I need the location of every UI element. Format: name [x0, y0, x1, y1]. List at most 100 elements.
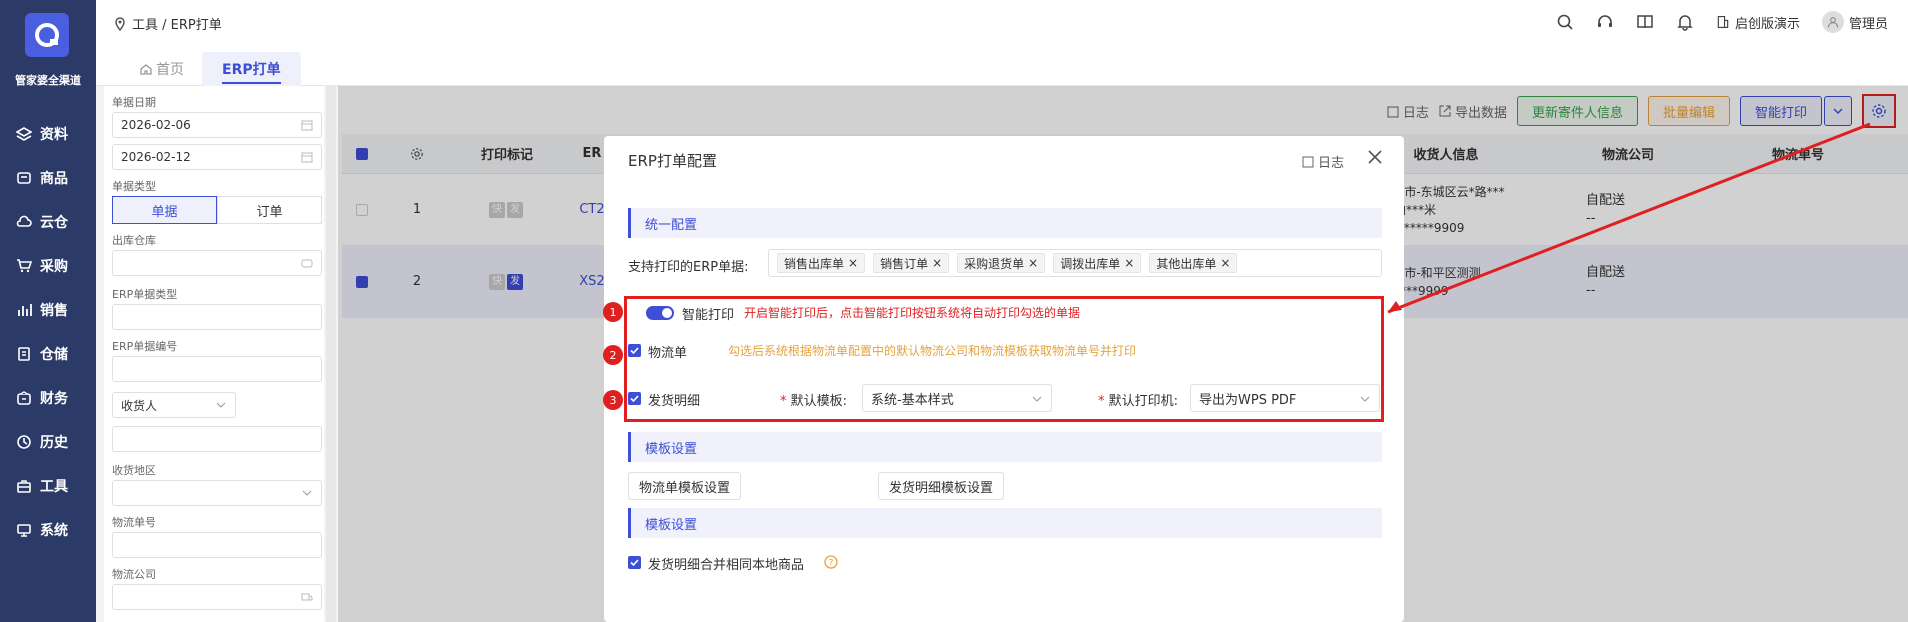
close-icon[interactable]: ×	[1220, 256, 1230, 270]
close-icon[interactable]: ×	[1124, 256, 1134, 270]
location-pin-icon	[115, 16, 125, 31]
erp-type-input[interactable]	[112, 304, 322, 330]
chip: 调拨出库单 ×	[1053, 253, 1142, 273]
highlight-box	[624, 296, 1384, 422]
nav-item-purchase[interactable]: 采购	[0, 244, 96, 288]
date-to-input[interactable]: 2026-02-12	[112, 144, 322, 170]
nav-item-data[interactable]: 资料	[0, 112, 96, 156]
topbar-actions: 启创版演示 管理员	[1556, 11, 1888, 33]
car-icon	[301, 593, 313, 601]
detail-checkbox[interactable]	[628, 392, 641, 405]
avatar	[1821, 11, 1844, 33]
chip: 销售订单 ×	[873, 253, 950, 273]
check-icon	[630, 347, 639, 355]
logistics-no-input[interactable]	[112, 532, 322, 558]
type-label: 单据类型	[112, 180, 156, 193]
chevron-down-icon	[216, 402, 226, 408]
type-option-doc[interactable]: 单据	[112, 196, 217, 224]
type-option-order[interactable]: 订单	[217, 196, 322, 224]
sidebar-nav: 资料 商品 云仓 采购 销售 仓储 财务 历史 工具 系统	[0, 112, 96, 552]
date-label: 单据日期	[112, 96, 156, 109]
nav-label: 财务	[40, 391, 68, 407]
topbar: 工具 / ERP打单 启创版演示 管理员	[96, 0, 1908, 46]
layers-icon	[16, 127, 32, 141]
warehouse-input[interactable]	[112, 250, 322, 276]
type-segment: 单据 订单	[112, 196, 322, 224]
nav-item-tools[interactable]: 工具	[0, 464, 96, 508]
nav-item-goods[interactable]: 商品	[0, 156, 96, 200]
cart-icon	[17, 259, 32, 273]
chip-label: 调拨出库单	[1060, 256, 1121, 271]
clock-icon	[17, 435, 31, 449]
brand-name: 管家婆全渠道	[15, 74, 81, 87]
org-switcher[interactable]: 启创版演示	[1716, 13, 1800, 32]
close-icon[interactable]: ×	[932, 256, 942, 270]
region-label: 收货地区	[112, 464, 156, 477]
region-select[interactable]	[112, 480, 322, 506]
smart-print-toggle[interactable]	[646, 306, 674, 320]
logistics-no-label: 物流单号	[112, 516, 156, 529]
panel-splitter[interactable]	[326, 86, 336, 622]
logistics-co-input[interactable]	[112, 584, 322, 610]
nav-item-sales[interactable]: 销售	[0, 288, 96, 332]
check-icon	[630, 395, 639, 403]
tab-label: ERP打单	[222, 62, 281, 78]
monitor-icon	[17, 524, 31, 537]
nav-item-finance[interactable]: 财务	[0, 376, 96, 420]
receiver-select-value: 收货人	[121, 398, 158, 413]
date-from-value: 2026-02-06	[121, 118, 191, 132]
app-logo	[25, 13, 69, 57]
user-menu[interactable]: 管理员	[1821, 11, 1888, 33]
nav-item-history[interactable]: 历史	[0, 420, 96, 464]
section-template-2: 模板设置	[628, 508, 1382, 538]
book-icon[interactable]	[1636, 13, 1654, 31]
merge-checkbox[interactable]	[628, 556, 641, 569]
nav-item-system[interactable]: 系统	[0, 508, 96, 552]
logistics-checkbox[interactable]	[628, 344, 641, 357]
erp-type-label: ERP单据类型	[112, 288, 178, 301]
erp-doc-selector[interactable]: 销售出库单 × 销售订单 × 采购退货单 × 调拨出库单 × 其他出库单 ×	[768, 249, 1382, 277]
breadcrumb: 工具 / ERP打单	[114, 14, 222, 33]
erp-no-input[interactable]	[112, 356, 322, 382]
merge-label: 发货明细合并相同本地商品	[648, 558, 805, 573]
nav-label: 云仓	[40, 215, 68, 231]
modal-log-link[interactable]: 日志	[1302, 152, 1344, 171]
close-icon[interactable]: ×	[848, 256, 858, 270]
tab-erp-print[interactable]: ERP打单	[202, 52, 301, 86]
tab-home[interactable]: 首页	[120, 52, 204, 86]
nav-item-storage[interactable]: 仓储	[0, 332, 96, 376]
chip: 销售出库单 ×	[777, 253, 866, 273]
nav-label: 采购	[40, 259, 68, 275]
receiver-input[interactable]	[112, 426, 322, 452]
nav-label: 历史	[40, 435, 68, 451]
date-from-input[interactable]: 2026-02-06	[112, 112, 322, 138]
home-icon	[140, 64, 152, 75]
help-icon[interactable]: ?	[824, 555, 838, 569]
nav-label: 商品	[40, 171, 68, 187]
nav-item-cloud[interactable]: 云仓	[0, 200, 96, 244]
bell-icon[interactable]	[1676, 13, 1694, 31]
close-icon[interactable]: ×	[1028, 256, 1038, 270]
headset-icon[interactable]	[1596, 13, 1614, 31]
section-template: 模板设置	[628, 432, 1382, 462]
chart-icon	[18, 304, 32, 316]
check-icon	[630, 559, 639, 567]
toolbox-icon	[17, 480, 31, 493]
date-to-value: 2026-02-12	[121, 150, 191, 164]
chevron-down-icon	[302, 490, 312, 496]
logistics-template-button[interactable]: 物流单模板设置	[628, 472, 742, 500]
nav-label: 工具	[40, 479, 68, 495]
receiver-select[interactable]: 收货人	[112, 392, 236, 418]
chip-label: 其他出库单	[1156, 256, 1217, 271]
annotation-marker-2: 2	[603, 345, 623, 365]
chip-label: 销售订单	[880, 256, 929, 271]
warehouse-icon	[18, 347, 30, 361]
chip: 其他出库单 ×	[1149, 253, 1238, 273]
nav-label: 仓储	[40, 347, 68, 363]
svg-text:?: ?	[829, 559, 834, 569]
nav-label: 销售	[40, 303, 68, 319]
erp-no-label: ERP单据编号	[112, 340, 178, 353]
chip-label: 采购退货单	[964, 256, 1025, 271]
search-icon[interactable]	[1556, 13, 1574, 31]
detail-template-button[interactable]: 发货明细模板设置	[878, 472, 1005, 500]
